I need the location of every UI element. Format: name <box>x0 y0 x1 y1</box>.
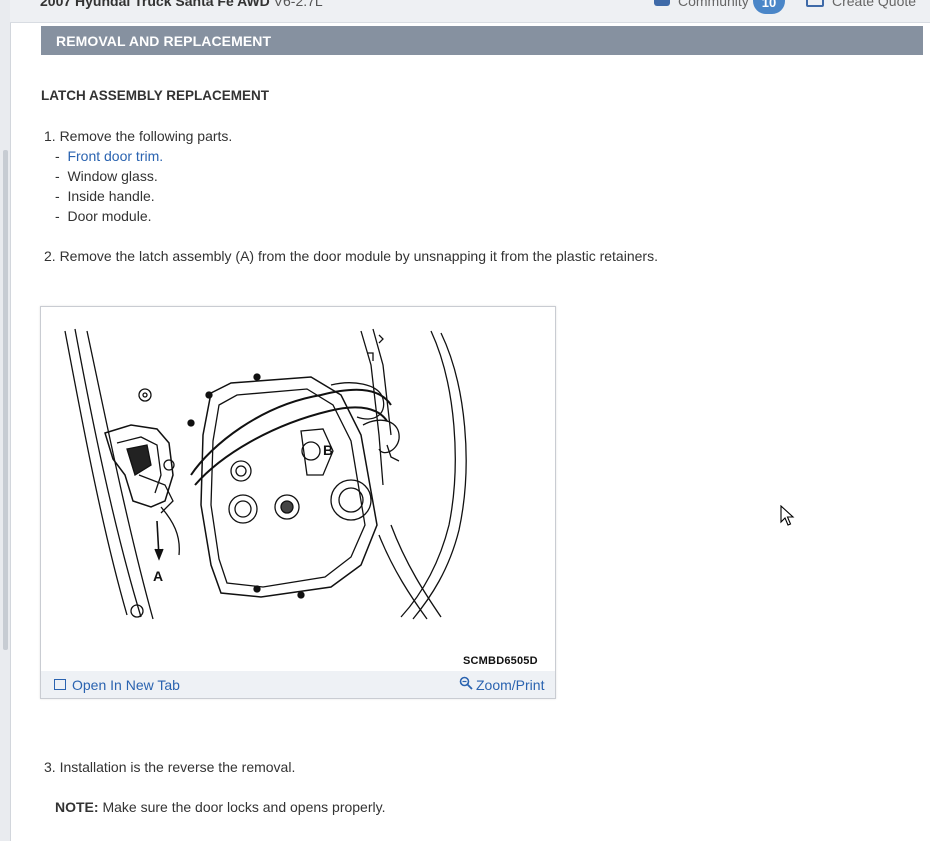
magnifier-icon <box>459 676 473 690</box>
figure-latch-assembly: A B SCMBD6505D Open In New Tab Zoom/Prin… <box>40 306 556 699</box>
open-tab-icon <box>54 678 66 690</box>
front-door-trim-link[interactable]: Front door trim. <box>67 148 163 164</box>
zoom-print-link[interactable]: Zoom/Print <box>459 676 545 693</box>
callout-b: B <box>323 442 333 458</box>
create-quote-link[interactable]: Create Quote <box>806 0 916 11</box>
part-dash: - <box>55 168 60 184</box>
part-item-front-door-trim: - Front door trim. <box>55 148 163 164</box>
open-in-new-tab-label: Open In New Tab <box>72 677 180 693</box>
zoom-print-label: Zoom/Print <box>476 677 545 693</box>
figure-footer: Open In New Tab Zoom/Print <box>41 671 555 698</box>
vehicle-title: 2007 Hyundai Truck Santa Fe AWD V6-2.7L <box>40 0 323 9</box>
part-label: Inside handle. <box>67 188 155 204</box>
quote-icon <box>806 0 824 8</box>
step-1: 1. Remove the following parts. <box>44 128 233 144</box>
part-label: Door module. <box>67 208 152 224</box>
community-link[interactable]: Community <box>654 0 749 9</box>
note-text: Make sure the door locks and opens prope… <box>102 799 386 815</box>
scroll-thumb[interactable] <box>3 150 8 650</box>
chat-icon <box>654 0 670 7</box>
door-module-illustration: A B <box>64 328 467 620</box>
part-dash: - <box>55 148 60 164</box>
part-dash: - <box>55 188 60 204</box>
note-label: NOTE: <box>55 799 99 815</box>
vehicle-name: 2007 Hyundai Truck Santa Fe AWD <box>40 0 270 9</box>
open-in-new-tab-link[interactable]: Open In New Tab <box>54 677 180 693</box>
vehicle-engine: V6-2.7L <box>273 0 323 9</box>
callout-a: A <box>153 568 163 584</box>
community-count-badge[interactable]: 10 <box>753 0 785 14</box>
part-item-window-glass: - Window glass. <box>55 168 158 184</box>
top-bar: 2007 Hyundai Truck Santa Fe AWD V6-2.7L … <box>10 0 930 23</box>
step-3: 3. Installation is the reverse the remov… <box>44 759 296 775</box>
section-header: REMOVAL AND REPLACEMENT <box>41 26 923 55</box>
left-scroll-rail[interactable] <box>0 0 11 841</box>
part-dash: - <box>55 208 60 224</box>
part-item-inside-handle: - Inside handle. <box>55 188 155 204</box>
article-heading: LATCH ASSEMBLY REPLACEMENT <box>41 88 270 103</box>
part-item-door-module: - Door module. <box>55 208 152 224</box>
part-label: Window glass. <box>67 168 158 184</box>
mouse-cursor-icon <box>780 505 795 526</box>
step-2: 2. Remove the latch assembly (A) from th… <box>44 248 658 264</box>
community-label: Community <box>678 0 749 9</box>
create-quote-label: Create Quote <box>832 0 917 9</box>
figure-code: SCMBD6505D <box>463 655 538 667</box>
section-title: REMOVAL AND REPLACEMENT <box>56 33 272 49</box>
note: NOTE: Make sure the door locks and opens… <box>55 799 385 815</box>
